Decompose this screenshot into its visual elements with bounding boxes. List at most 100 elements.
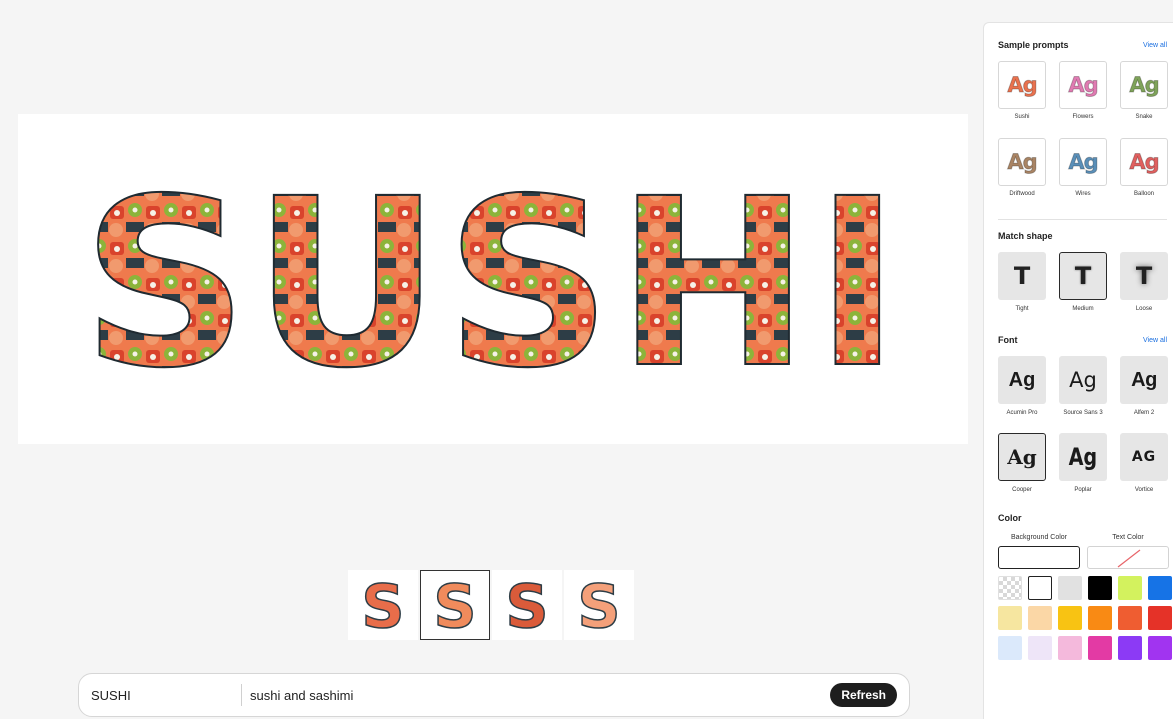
variation-letter: S [577,575,620,635]
sample-glyph: Ag [1129,150,1160,175]
text-color-picker[interactable] [1087,546,1169,569]
match-shape-label: Medium [1072,306,1094,312]
text-color-label: Text Color [1112,534,1144,541]
variation-thumbnail[interactable]: S [564,570,634,640]
sample-prompt-label: Flowers [1072,114,1094,120]
color-swatch[interactable] [1058,576,1082,600]
color-swatch[interactable] [1028,576,1052,600]
variation-thumbnail[interactable]: S [492,570,562,640]
no-color-icon [1117,549,1141,568]
generated-word: SUSHI [81,149,904,419]
variation-thumbnail[interactable]: S [348,570,418,640]
color-swatch[interactable] [1148,606,1172,630]
generated-text-image: SUSHI [80,148,904,420]
font-option-vortice[interactable]: AG [1120,433,1168,481]
font-option-label: Source Sans 3 [1063,410,1103,416]
divider [998,219,1167,220]
variation-thumbnail[interactable]: S [420,570,490,640]
transparent-swatch[interactable] [998,576,1022,600]
variation-thumbnails: SSSS [348,570,634,640]
font-option-label: Vortice [1134,487,1154,493]
font-glyph: AG [1131,449,1157,465]
color-swatch[interactable] [1028,606,1052,630]
font-option-poplar[interactable]: Ag [1059,433,1107,481]
variation-letter: S [505,575,548,635]
variation-letter: S [361,575,404,635]
font-view-all-link[interactable]: View all [1143,337,1167,344]
sample-prompt-balloon[interactable]: Ag [1120,138,1168,186]
background-color-label: Background Color [1010,534,1068,541]
color-swatch[interactable] [1028,636,1052,660]
font-option-alfem-2[interactable]: Ag [1120,356,1168,404]
font-option-source-sans-3[interactable]: Ag [1059,356,1107,404]
color-swatch[interactable] [998,606,1022,630]
match-shape-medium[interactable]: T [1059,252,1107,300]
sample-prompt-driftwood[interactable]: Ag [998,138,1046,186]
font-glyph: Ag [1068,443,1098,471]
sample-prompt-label: Sushi [1014,114,1030,120]
sample-glyph: Ag [1068,73,1099,98]
sample-glyph: Ag [1007,73,1038,98]
font-title: Font [998,335,1018,345]
color-swatch[interactable] [1058,606,1082,630]
font-option-cooper[interactable]: Ag [998,433,1046,481]
color-swatch[interactable] [1148,636,1172,660]
color-swatch[interactable] [1088,606,1112,630]
sample-prompts-header: Sample prompts View all [998,40,1167,50]
refresh-button[interactable]: Refresh [830,683,897,707]
color-swatch[interactable] [1148,576,1172,600]
sample-prompt-flowers[interactable]: Ag [1059,61,1107,109]
color-swatch[interactable] [998,636,1022,660]
shape-glyph: T [1013,262,1031,290]
match-shape-label: Loose [1135,306,1153,312]
font-option-label: Poplar [1074,487,1092,493]
sample-glyph: Ag [1007,150,1038,175]
variation-letter: S [433,575,476,635]
color-swatch[interactable] [1118,606,1142,630]
color-swatch[interactable] [1118,576,1142,600]
color-header: Color [998,513,1167,523]
color-swatch[interactable] [1088,636,1112,660]
text-input[interactable]: SUSHI [91,688,241,703]
color-swatch[interactable] [1088,576,1112,600]
sample-prompt-sushi[interactable]: Ag [998,61,1046,109]
shape-glyph: T [1135,262,1153,290]
color-title: Color [998,513,1022,523]
match-shape-label: Tight [1015,306,1029,312]
font-glyph: Ag [1008,368,1036,391]
sample-prompts-view-all-link[interactable]: View all [1143,42,1167,49]
sample-glyph: Ag [1068,150,1099,175]
sample-prompt-label: Balloon [1133,191,1154,197]
match-shape-header: Match shape [998,231,1167,241]
prompt-divider [241,684,242,706]
variation-preview: S [361,575,406,635]
sample-prompt-label: Driftwood [1009,191,1035,197]
match-shape-title: Match shape [998,231,1053,241]
background-color-picker[interactable] [998,546,1080,569]
sample-prompt-wires[interactable]: Ag [1059,138,1107,186]
variation-preview: S [505,575,550,635]
sample-prompt-label: Wires [1075,191,1091,197]
font-header: Font View all [998,335,1167,345]
sample-prompt-label: Snake [1135,114,1153,120]
variation-preview: S [433,575,478,635]
sample-glyph: Ag [1129,73,1160,98]
style-prompt-input[interactable]: sushi and sashimi [250,688,830,703]
color-swatch[interactable] [1118,636,1142,660]
generated-text-canvas: SUSHI [18,114,968,444]
match-shape-tight[interactable]: T [998,252,1046,300]
font-glyph: Ag [1131,368,1157,391]
prompt-bar: SUSHI sushi and sashimi Refresh [78,673,910,717]
font-option-label: Cooper [1012,487,1032,493]
font-option-label: Acumin Pro [1006,410,1038,416]
font-option-label: Alfem 2 [1133,410,1155,416]
font-glyph: Ag [1069,368,1097,392]
font-glyph: Ag [1007,445,1037,469]
sample-prompt-snake[interactable]: Ag [1120,61,1168,109]
font-option-acumin-pro[interactable]: Ag [998,356,1046,404]
match-shape-loose[interactable]: T [1120,252,1168,300]
options-panel: Sample prompts View all Ag Sushi Ag Flowers… [983,22,1173,719]
variation-preview: S [577,575,622,635]
color-swatch[interactable] [1058,636,1082,660]
shape-glyph: T [1074,262,1092,290]
